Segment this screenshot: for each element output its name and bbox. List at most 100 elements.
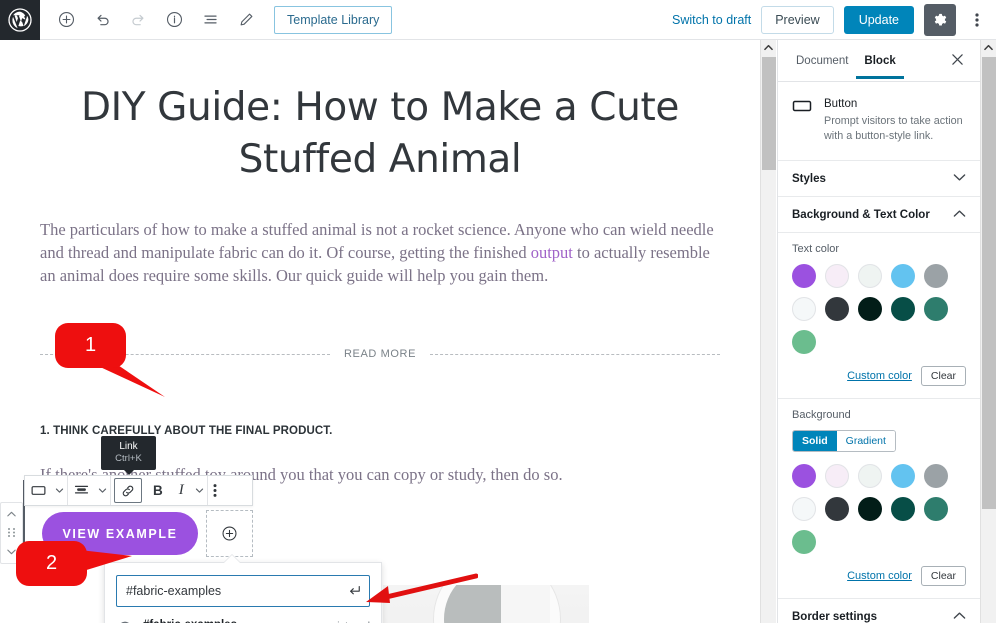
panel-background-text-color[interactable]: Background & Text Color xyxy=(778,197,980,233)
edit-pencil-icon[interactable] xyxy=(232,6,260,34)
background-type-segmented[interactable]: Solid Gradient xyxy=(792,430,896,452)
background-color-swatch-5[interactable] xyxy=(792,497,816,521)
block-info-texts: Button Prompt visitors to take action wi… xyxy=(824,96,966,144)
text-color-actions: Custom color Clear xyxy=(792,366,966,386)
block-type-chevron-down-icon[interactable] xyxy=(52,476,67,505)
block-navigation-icon[interactable] xyxy=(196,6,224,34)
paragraph-inline-link[interactable]: output xyxy=(531,243,573,262)
background-color-swatches[interactable] xyxy=(792,464,962,554)
chevron-up-icon[interactable] xyxy=(953,209,966,221)
background-custom-color-link[interactable]: Custom color xyxy=(847,570,912,582)
text-clear-button[interactable]: Clear xyxy=(920,366,966,386)
background-color-swatch-10[interactable] xyxy=(792,530,816,554)
add-block-icon[interactable] xyxy=(52,6,80,34)
sidebar-scrollbar-thumb[interactable] xyxy=(982,57,996,509)
link-url-input[interactable] xyxy=(117,584,339,598)
chevron-up-icon[interactable] xyxy=(6,506,17,523)
text-color-swatch-6[interactable] xyxy=(825,297,849,321)
text-color-swatch-7[interactable] xyxy=(858,297,882,321)
gear-icon[interactable] xyxy=(924,3,956,36)
background-color-swatch-0[interactable] xyxy=(792,464,816,488)
background-gradient-tab[interactable]: Gradient xyxy=(836,431,895,451)
text-color-swatch-3[interactable] xyxy=(891,264,915,288)
post-title[interactable]: DIY Guide: How to Make a Cute Stuffed An… xyxy=(50,82,710,186)
link-suggestion-row[interactable]: #fabric-examples Press ENTER to add this… xyxy=(105,618,381,623)
background-color-swatch-8[interactable] xyxy=(891,497,915,521)
undo-icon[interactable] xyxy=(88,6,116,34)
text-color-swatch-1[interactable] xyxy=(825,264,849,288)
sidebar-scrollbar[interactable] xyxy=(980,40,996,623)
tab-block[interactable]: Block xyxy=(856,42,903,79)
background-color-swatch-4[interactable] xyxy=(924,464,948,488)
chevron-down-icon[interactable] xyxy=(953,173,966,185)
tooltip-title: Link xyxy=(119,441,138,452)
kebab-menu-icon[interactable] xyxy=(966,4,988,36)
chevron-up-icon[interactable] xyxy=(953,611,966,623)
panel-bg-text-color-title: Background & Text Color xyxy=(792,208,930,221)
background-color-swatch-6[interactable] xyxy=(825,497,849,521)
link-popover[interactable]: #fabric-examples Press ENTER to add this… xyxy=(104,562,382,623)
block-toolbar[interactable]: B I xyxy=(24,475,253,506)
background-color-swatch-1[interactable] xyxy=(825,464,849,488)
scroll-up-arrow-icon[interactable] xyxy=(981,40,996,55)
drag-handle-icon[interactable] xyxy=(7,527,16,540)
block-info-card: Button Prompt visitors to take action wi… xyxy=(778,82,980,161)
preview-button[interactable]: Preview xyxy=(761,5,834,34)
align-center-icon[interactable] xyxy=(68,476,95,505)
background-color-swatch-3[interactable] xyxy=(891,464,915,488)
read-more-dash-right xyxy=(430,353,720,355)
annotation-arrow-internal xyxy=(366,573,478,603)
text-color-swatch-2[interactable] xyxy=(858,264,882,288)
info-icon[interactable] xyxy=(160,6,188,34)
background-color-actions: Custom color Clear xyxy=(792,566,966,586)
button-block-icon xyxy=(792,98,814,144)
wordpress-logo[interactable] xyxy=(0,0,40,40)
intro-paragraph[interactable]: The particulars of how to make a stuffed… xyxy=(40,218,720,287)
link-input-wrapper[interactable] xyxy=(116,575,370,607)
bold-icon[interactable]: B xyxy=(145,483,171,498)
panel-styles[interactable]: Styles xyxy=(778,161,980,197)
block-type-button-icon[interactable] xyxy=(25,476,52,505)
link-suggestion-texts: #fabric-examples Press ENTER to add this… xyxy=(143,618,328,623)
callout-badge-2: 2 xyxy=(16,541,87,586)
link-icon[interactable] xyxy=(114,478,142,503)
background-clear-button[interactable]: Clear xyxy=(920,566,966,586)
text-color-swatches[interactable] xyxy=(792,264,962,354)
block-name: Button xyxy=(824,98,858,110)
text-color-section: Text color Custom color Clear xyxy=(778,233,980,399)
text-color-swatch-5[interactable] xyxy=(792,297,816,321)
scroll-up-arrow-icon[interactable] xyxy=(761,40,776,55)
background-color-swatch-2[interactable] xyxy=(858,464,882,488)
panel-border-settings[interactable]: Border settings xyxy=(778,599,980,623)
update-button[interactable]: Update xyxy=(843,5,914,34)
switch-to-draft-link[interactable]: Switch to draft xyxy=(672,13,751,27)
toolbar-kebab-menu-icon[interactable] xyxy=(208,476,222,505)
align-chevron-down-icon[interactable] xyxy=(95,476,110,505)
text-color-swatch-4[interactable] xyxy=(924,264,948,288)
redo-icon[interactable] xyxy=(124,6,152,34)
callout-2-tail xyxy=(80,550,132,572)
panel-styles-title: Styles xyxy=(792,172,826,185)
italic-icon[interactable]: I xyxy=(171,482,192,499)
rich-text-chevron-down-icon[interactable] xyxy=(192,476,207,505)
canvas-scrollbar-thumb[interactable] xyxy=(762,57,776,170)
toolbar-divider xyxy=(110,476,111,505)
top-bar-actions: Switch to draft Preview Update xyxy=(672,3,996,36)
text-color-swatch-0[interactable] xyxy=(792,264,816,288)
tab-document[interactable]: Document xyxy=(788,42,856,79)
tooltip-shortcut: Ctrl+K xyxy=(115,453,142,464)
template-library-button[interactable]: Template Library xyxy=(274,5,393,34)
link-suggestion-title: #fabric-examples xyxy=(143,618,328,623)
background-solid-tab[interactable]: Solid xyxy=(793,431,837,451)
text-color-label: Text color xyxy=(792,243,840,255)
add-block-inline-icon[interactable] xyxy=(206,510,253,557)
text-color-swatch-10[interactable] xyxy=(792,330,816,354)
close-icon[interactable] xyxy=(945,49,970,73)
canvas-scrollbar[interactable] xyxy=(760,40,776,623)
background-color-swatch-9[interactable] xyxy=(924,497,948,521)
text-custom-color-link[interactable]: Custom color xyxy=(847,370,912,382)
text-color-swatch-8[interactable] xyxy=(891,297,915,321)
inspector-tabs: Document Block xyxy=(778,40,980,82)
text-color-swatch-9[interactable] xyxy=(924,297,948,321)
background-color-swatch-7[interactable] xyxy=(858,497,882,521)
